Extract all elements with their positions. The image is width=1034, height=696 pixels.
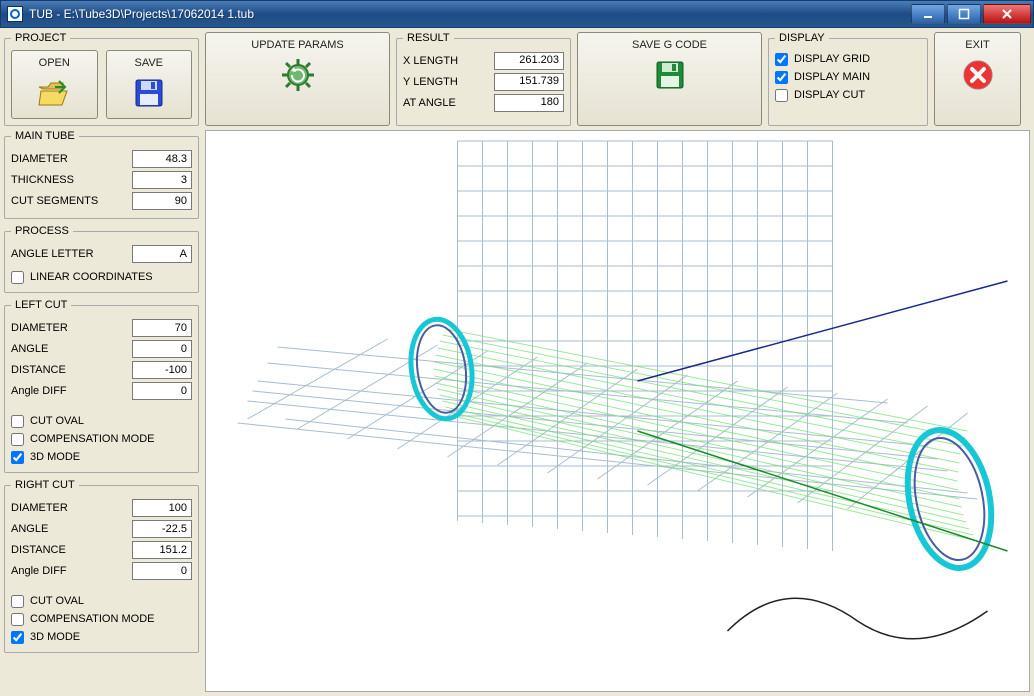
update-params-label: UPDATE PARAMS — [251, 39, 344, 51]
display-main-input[interactable] — [775, 71, 788, 84]
rc-cut-oval-input[interactable] — [11, 595, 24, 608]
close-circle-icon — [960, 57, 996, 93]
display-panel: DISPLAY DISPLAY GRID DISPLAY MAIN DISPLA… — [768, 32, 928, 126]
display-cut-input[interactable] — [775, 89, 788, 102]
xlength-label: X LENGTH — [403, 55, 458, 67]
linear-coords-label: LINEAR COORDINATES — [30, 271, 153, 283]
rc-comp-input[interactable] — [11, 613, 24, 626]
rc-3d-input[interactable] — [11, 631, 24, 644]
process-legend: PROCESS — [11, 225, 73, 237]
exit-label: EXIT — [965, 39, 989, 51]
process-panel: PROCESS ANGLE LETTER LINEAR COORDINATES — [4, 225, 199, 293]
lc-cut-oval-input[interactable] — [11, 415, 24, 428]
ylength-label: Y LENGTH — [403, 76, 458, 88]
save-label: SAVE — [134, 57, 163, 69]
window-titlebar: TUB - E:\Tube3D\Projects\17062014 1.tub — [0, 0, 1034, 28]
rc-comp-label: COMPENSATION MODE — [30, 613, 154, 625]
3d-viewport[interactable] — [205, 130, 1030, 692]
left-cut-legend: LEFT CUT — [11, 299, 71, 311]
lc-cut-oval-label: CUT OVAL — [30, 415, 84, 427]
update-params-button[interactable]: UPDATE PARAMS — [205, 32, 390, 126]
display-main-checkbox[interactable]: DISPLAY MAIN — [775, 68, 921, 86]
window-minimize-button[interactable] — [911, 4, 945, 24]
lc-diameter-input[interactable] — [132, 319, 192, 337]
save-gcode-button[interactable]: SAVE G CODE — [577, 32, 762, 126]
window-maximize-button[interactable] — [947, 4, 981, 24]
lc-diameter-label: DIAMETER — [11, 322, 68, 334]
lc-comp-checkbox[interactable]: COMPENSATION MODE — [11, 430, 192, 448]
lc-angle-label: ANGLE — [11, 343, 48, 355]
ylength-value: 151.739 — [494, 73, 564, 91]
mt-segments-input[interactable] — [132, 192, 192, 210]
main-tube-panel: MAIN TUBE DIAMETER THICKNESS CUT SEGMENT… — [4, 130, 199, 219]
display-cut-checkbox[interactable]: DISPLAY CUT — [775, 86, 921, 104]
exit-button[interactable]: EXIT — [934, 32, 1021, 126]
window-close-button[interactable] — [983, 4, 1031, 24]
lc-3d-input[interactable] — [11, 451, 24, 464]
lc-distance-label: DISTANCE — [11, 364, 66, 376]
lc-distance-input[interactable] — [132, 361, 192, 379]
lc-3d-label: 3D MODE — [30, 451, 80, 463]
rc-diff-label: Angle DIFF — [11, 565, 67, 577]
xlength-value: 261.203 — [494, 52, 564, 70]
open-label: OPEN — [39, 57, 70, 69]
angle-letter-label: ANGLE LETTER — [11, 248, 94, 260]
left-cut-panel: LEFT CUT DIAMETER ANGLE DISTANCE Angle D… — [4, 299, 199, 473]
save-button[interactable]: SAVE — [106, 50, 193, 119]
floppy-save-icon — [131, 75, 167, 111]
display-grid-input[interactable] — [775, 53, 788, 66]
atangle-label: AT ANGLE — [403, 97, 456, 109]
rc-3d-label: 3D MODE — [30, 631, 80, 643]
right-cut-panel: RIGHT CUT DIAMETER ANGLE DISTANCE Angle … — [4, 479, 199, 653]
gear-refresh-icon — [280, 57, 316, 93]
rc-diff-input[interactable] — [132, 562, 192, 580]
result-panel: RESULT X LENGTH 261.203 Y LENGTH 151.739… — [396, 32, 571, 126]
rc-comp-checkbox[interactable]: COMPENSATION MODE — [11, 610, 192, 628]
result-legend: RESULT — [403, 32, 454, 44]
rc-diameter-label: DIAMETER — [11, 502, 68, 514]
mt-diameter-input[interactable] — [132, 150, 192, 168]
open-button[interactable]: OPEN — [11, 50, 98, 119]
main-tube-legend: MAIN TUBE — [11, 130, 79, 142]
display-main-label: DISPLAY MAIN — [794, 71, 870, 83]
lc-3d-checkbox[interactable]: 3D MODE — [11, 448, 192, 466]
mt-thickness-input[interactable] — [132, 171, 192, 189]
rc-angle-label: ANGLE — [11, 523, 48, 535]
lc-cut-oval-checkbox[interactable]: CUT OVAL — [11, 412, 192, 430]
mt-thickness-label: THICKNESS — [11, 174, 74, 186]
linear-coords-input[interactable] — [11, 271, 24, 284]
rc-3d-checkbox[interactable]: 3D MODE — [11, 628, 192, 646]
right-cut-legend: RIGHT CUT — [11, 479, 79, 491]
angle-letter-input[interactable] — [132, 245, 192, 263]
save-gcode-label: SAVE G CODE — [632, 39, 707, 51]
display-grid-checkbox[interactable]: DISPLAY GRID — [775, 50, 921, 68]
mt-diameter-label: DIAMETER — [11, 153, 68, 165]
display-grid-label: DISPLAY GRID — [794, 53, 870, 65]
rc-cut-oval-checkbox[interactable]: CUT OVAL — [11, 592, 192, 610]
lc-angle-input[interactable] — [132, 340, 192, 358]
rc-distance-input[interactable] — [132, 541, 192, 559]
folder-open-icon — [36, 75, 72, 111]
lc-diff-input[interactable] — [132, 382, 192, 400]
mt-segments-label: CUT SEGMENTS — [11, 195, 98, 207]
rc-angle-input[interactable] — [132, 520, 192, 538]
atangle-value: 180 — [494, 94, 564, 112]
project-panel: PROJECT OPEN SAVE — [4, 32, 199, 126]
app-icon — [7, 6, 23, 22]
window-title: TUB - E:\Tube3D\Projects\17062014 1.tub — [29, 7, 911, 21]
3d-scene-icon — [206, 131, 1029, 691]
lc-comp-input[interactable] — [11, 433, 24, 446]
rc-distance-label: DISTANCE — [11, 544, 66, 556]
project-legend: PROJECT — [11, 32, 70, 44]
lc-comp-label: COMPENSATION MODE — [30, 433, 154, 445]
rc-cut-oval-label: CUT OVAL — [30, 595, 84, 607]
rc-diameter-input[interactable] — [132, 499, 192, 517]
lc-diff-label: Angle DIFF — [11, 385, 67, 397]
display-legend: DISPLAY — [775, 32, 829, 44]
floppy-gcode-icon — [652, 57, 688, 93]
linear-coords-checkbox[interactable]: LINEAR COORDINATES — [11, 268, 192, 286]
display-cut-label: DISPLAY CUT — [794, 89, 865, 101]
